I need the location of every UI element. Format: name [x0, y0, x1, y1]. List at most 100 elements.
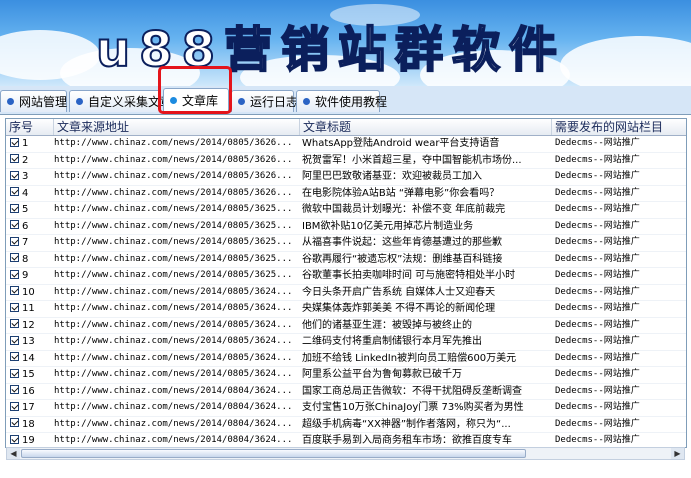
tab-bullet-icon: [303, 98, 310, 105]
table-row[interactable]: 16 http://www.chinaz.com/news/2014/0804/3…: [6, 384, 686, 400]
row-number: 16: [22, 385, 35, 397]
table-row[interactable]: 15 http://www.chinaz.com/news/2014/0805/3…: [6, 367, 686, 384]
row-source-url: http://www.chinaz.com/news/2014/0805/362…: [54, 171, 293, 181]
table-header: 序号 文章来源地址 文章标题 需要发布的网站栏目: [6, 119, 686, 136]
row-checkbox[interactable]: [10, 368, 19, 378]
table-row[interactable]: 19 http://www.chinaz.com/news/2014/0804/3…: [6, 433, 686, 447]
table-row[interactable]: 3 http://www.chinaz.com/news/2014/0805/36…: [6, 169, 686, 186]
row-target-column: Dedecms--网站推广: [555, 270, 640, 280]
row-title: 谷歌再履行“被遗忘权”法规：删维基百科链接: [302, 253, 503, 265]
row-checkbox[interactable]: [10, 170, 19, 180]
column-header-title[interactable]: 文章标题: [300, 119, 552, 135]
row-title: 今日头条开启广告系统 自媒体人士又迎春天: [302, 286, 496, 298]
row-checkbox[interactable]: [10, 203, 19, 213]
row-checkbox[interactable]: [10, 236, 19, 246]
row-title: 二维码支付将重启制储银行本月军先推出: [302, 336, 482, 347]
table-row[interactable]: 10 http://www.chinaz.com/news/2014/0805/3…: [6, 285, 686, 301]
table-row[interactable]: 2 http://www.chinaz.com/news/2014/0805/36…: [6, 153, 686, 169]
row-checkbox[interactable]: [10, 302, 19, 312]
row-checkbox[interactable]: [10, 385, 19, 394]
row-source-url: http://www.chinaz.com/news/2014/0804/362…: [54, 418, 293, 429]
row-source-url: http://www.chinaz.com/news/2014/0804/362…: [54, 385, 293, 396]
row-number: 12: [22, 319, 35, 331]
row-target-column: Dedecms--网站推广: [555, 352, 640, 363]
row-checkbox[interactable]: [10, 187, 19, 196]
row-checkbox[interactable]: [10, 286, 19, 295]
row-target-column: Dedecms--网站推广: [555, 336, 640, 346]
row-number: 17: [22, 402, 35, 413]
row-checkbox[interactable]: [10, 137, 19, 147]
table-row[interactable]: 6 http://www.chinaz.com/news/2014/0805/36…: [6, 219, 686, 235]
scroll-thumb[interactable]: [21, 449, 526, 458]
tab-run-log[interactable]: 运行日志: [231, 90, 298, 112]
table-row[interactable]: 1 http://www.chinaz.com/news/2014/0805/36…: [6, 136, 686, 153]
scroll-left-icon[interactable]: ◀: [7, 448, 20, 459]
table-row[interactable]: 12 http://www.chinaz.com/news/2014/0805/3…: [6, 318, 686, 334]
article-table: 序号 文章来源地址 文章标题 需要发布的网站栏目 1 http://www.chi…: [5, 118, 687, 448]
scroll-right-icon[interactable]: ▶: [671, 448, 684, 459]
row-number-cell: 17: [10, 400, 54, 415]
row-source-url: http://www.chinaz.com/news/2014/0805/362…: [54, 319, 293, 330]
row-target-column: Dedecms--网站推广: [555, 418, 640, 429]
tab-label: 软件使用教程: [315, 95, 388, 109]
row-title: 支付宝售10万张ChinaJoy门票 73%购买者为男性: [302, 402, 524, 413]
row-title: 阿里系公益平台为鲁甸募款已破千万: [302, 369, 462, 380]
row-source-url: http://www.chinaz.com/news/2014/0804/362…: [54, 435, 293, 445]
column-header-target-column[interactable]: 需要发布的网站栏目: [552, 119, 686, 135]
tab-custom-collect[interactable]: 自定义采集文章: [69, 90, 172, 112]
table-row[interactable]: 17 http://www.chinaz.com/news/2014/0804/3…: [6, 400, 686, 417]
tab-tutorial[interactable]: 软件使用教程: [296, 90, 387, 112]
table-row[interactable]: 5 http://www.chinaz.com/news/2014/0805/36…: [6, 202, 686, 219]
row-target-column: Dedecms--网站推广: [555, 303, 640, 313]
table-row[interactable]: 18 http://www.chinaz.com/news/2014/0804/3…: [6, 417, 686, 433]
tab-site-management[interactable]: 网站管理: [0, 90, 67, 112]
row-target-column: Dedecms--网站推广: [555, 253, 640, 264]
row-number: 10: [22, 286, 35, 298]
row-checkbox[interactable]: [10, 319, 19, 328]
row-number: 1: [22, 138, 29, 149]
row-number: 13: [22, 336, 35, 347]
row-checkbox[interactable]: [10, 220, 19, 229]
row-number: 15: [22, 369, 35, 380]
row-number: 18: [22, 418, 35, 430]
row-source-url: http://www.chinaz.com/news/2014/0805/362…: [54, 138, 293, 148]
row-number-cell: 10: [10, 285, 54, 300]
column-header-source-url[interactable]: 文章来源地址: [54, 119, 300, 135]
row-checkbox[interactable]: [10, 434, 19, 444]
row-target-column: Dedecms--网站推广: [555, 385, 640, 396]
row-title: 阿里巴巴致敬诸基亚：欢迎被裁员工加入: [302, 171, 482, 182]
horizontal-scrollbar[interactable]: ◀ ▶: [6, 447, 685, 460]
row-target-column: Dedecms--网站推广: [555, 435, 640, 445]
row-number-cell: 19: [10, 433, 54, 447]
column-header-number[interactable]: 序号: [6, 119, 54, 135]
row-checkbox[interactable]: [10, 253, 19, 262]
row-number: 6: [22, 220, 29, 232]
row-target-column: Dedecms--网站推广: [555, 220, 640, 231]
row-title: IBM欲补贴10亿美元用掉芯片制造业务: [302, 220, 474, 232]
row-checkbox[interactable]: [10, 335, 19, 345]
row-target-column: Dedecms--网站推广: [555, 369, 640, 379]
row-number-cell: 13: [10, 334, 54, 349]
table-row[interactable]: 7 http://www.chinaz.com/news/2014/0805/36…: [6, 235, 686, 252]
row-checkbox[interactable]: [10, 352, 19, 361]
table-row[interactable]: 13 http://www.chinaz.com/news/2014/0805/3…: [6, 334, 686, 351]
table-row[interactable]: 8 http://www.chinaz.com/news/2014/0805/36…: [6, 252, 686, 268]
row-number-cell: 6: [10, 219, 54, 234]
tab-label: 网站管理: [19, 95, 68, 109]
row-number: 4: [22, 187, 29, 199]
table-row[interactable]: 4 http://www.chinaz.com/news/2014/0805/36…: [6, 186, 686, 202]
row-checkbox[interactable]: [10, 154, 19, 163]
row-number: 8: [22, 253, 29, 265]
row-checkbox[interactable]: [10, 418, 19, 427]
row-title: 国家工商总局正告微软：不得干扰阻碍反垄断调查: [302, 385, 522, 397]
row-target-column: Dedecms--网站推广: [555, 402, 640, 412]
table-row[interactable]: 11 http://www.chinaz.com/news/2014/0805/3…: [6, 301, 686, 318]
row-checkbox[interactable]: [10, 401, 19, 411]
row-source-url: http://www.chinaz.com/news/2014/0805/362…: [54, 352, 293, 363]
tab-bullet-icon: [238, 98, 245, 105]
table-row[interactable]: 14 http://www.chinaz.com/news/2014/0805/3…: [6, 351, 686, 367]
row-target-column: Dedecms--网站推广: [555, 319, 640, 330]
row-source-url: http://www.chinaz.com/news/2014/0804/362…: [54, 402, 293, 412]
table-row[interactable]: 9 http://www.chinaz.com/news/2014/0805/36…: [6, 268, 686, 285]
row-checkbox[interactable]: [10, 269, 19, 279]
